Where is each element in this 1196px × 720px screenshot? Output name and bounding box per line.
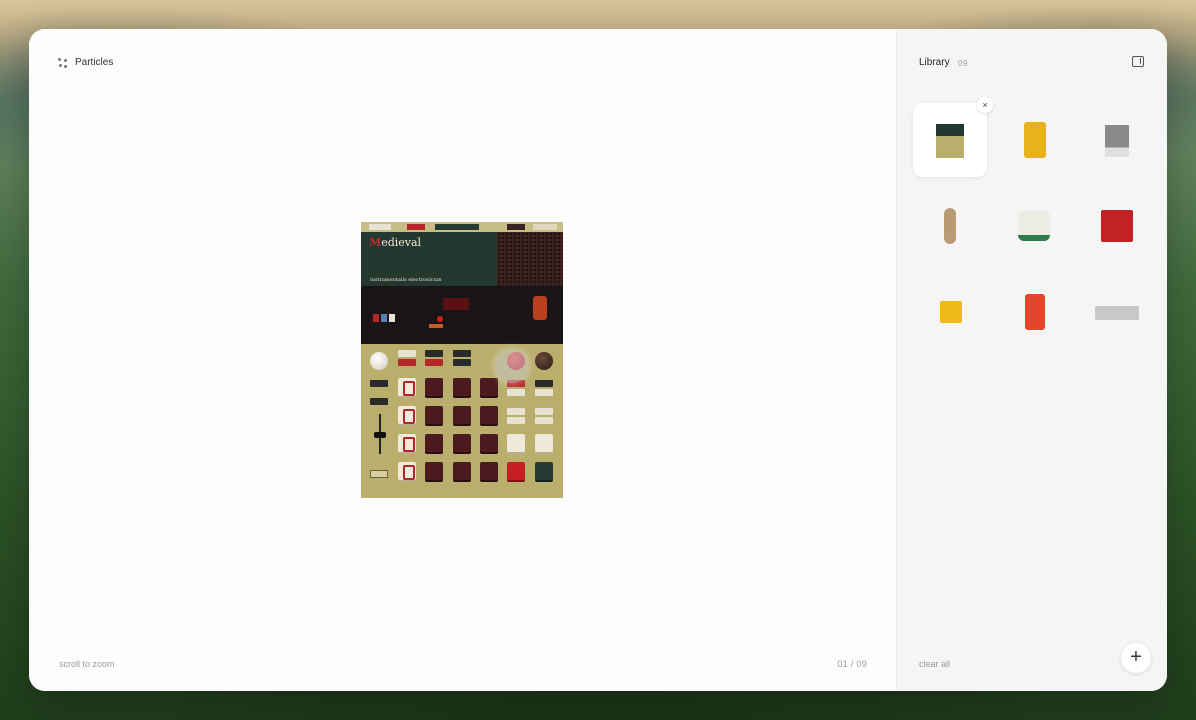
device-display — [361, 286, 563, 344]
particles-icon — [58, 57, 68, 68]
library-item-red-boombox[interactable] — [1080, 189, 1154, 263]
clear-all-button[interactable]: clear all — [919, 659, 950, 669]
device-image[interactable]: Medieval instrumentalis electronicum — [361, 222, 563, 498]
panel-toggle-icon[interactable] — [1132, 56, 1144, 67]
library-item-wooden-microphone[interactable] — [913, 189, 987, 263]
item-counter: 01 / 09 — [837, 659, 867, 669]
device-subtitle: instrumentalis electronicum — [370, 277, 442, 283]
device-topbar — [361, 222, 563, 232]
app-window: Particles Medieval instrumentalis electr… — [29, 29, 1167, 691]
library-item-yellow-module[interactable] — [913, 275, 987, 349]
device-speaker-grille — [497, 232, 563, 286]
plus-icon[interactable]: + — [1121, 643, 1151, 673]
zoom-cursor — [495, 349, 529, 383]
library-item-yellow-pocket-device[interactable] — [997, 103, 1071, 177]
zoom-hint: scroll to zoom — [59, 659, 115, 669]
library-item-medieval-synth[interactable]: × — [913, 97, 993, 177]
device-controls — [361, 344, 563, 498]
close-icon[interactable]: × — [977, 97, 993, 113]
library-count: 09 — [958, 59, 968, 68]
brand: Particles — [58, 57, 113, 68]
app-name: Particles — [75, 57, 114, 68]
viewer-canvas[interactable]: Particles Medieval instrumentalis electr… — [29, 29, 896, 691]
library-item-red-suitcase[interactable] — [997, 275, 1071, 349]
library-item-gray-keyboard[interactable] — [1080, 275, 1154, 349]
library-sidebar: Library 09 × clear all + — [896, 29, 1167, 691]
library-title: Library — [919, 57, 950, 68]
library-item-white-radio[interactable] — [997, 189, 1071, 263]
library-item-gray-speaker[interactable] — [1080, 103, 1154, 177]
device-title: Medieval — [369, 236, 422, 249]
